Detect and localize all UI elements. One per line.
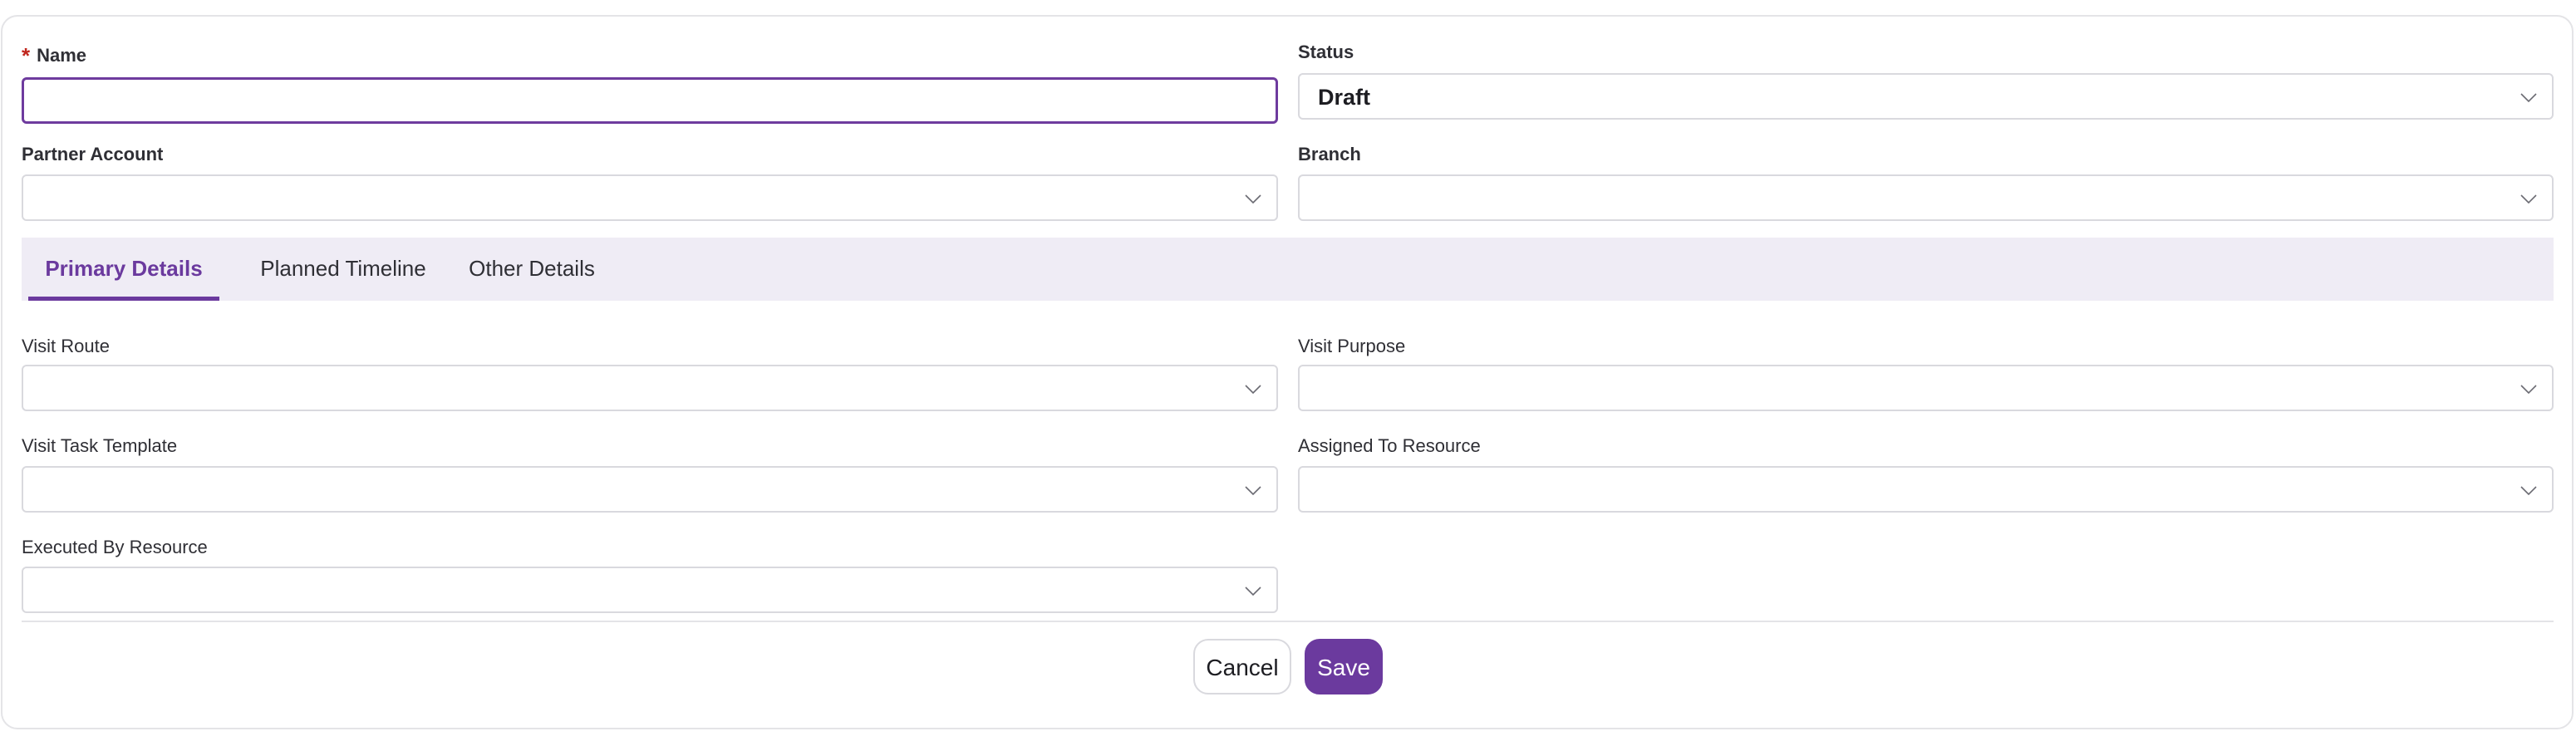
save-button[interactable]: Save (1305, 639, 1383, 694)
required-indicator: * (22, 43, 31, 68)
visit-task-template-label: Visit Task Template (22, 435, 178, 456)
branch-select[interactable] (1298, 174, 2554, 221)
tab-primary-details[interactable]: Primary Details (28, 238, 219, 301)
chevron-down-icon (2520, 385, 2537, 395)
chevron-down-icon (1245, 385, 1261, 395)
visit-route-select[interactable] (22, 365, 1278, 411)
branch-label: Branch (1298, 144, 1361, 164)
visit-route-label: Visit Route (22, 336, 110, 356)
chevron-down-icon (1245, 486, 1261, 496)
visit-purpose-label: Visit Purpose (1298, 336, 1406, 356)
visit-task-template-select[interactable] (22, 466, 1278, 513)
tab-other-details[interactable]: Other Details (449, 238, 615, 301)
tab-bar: Primary Details Planned Timeline Other D… (22, 238, 2554, 301)
chevron-down-icon (1245, 194, 1261, 204)
status-selected-value: Draft (1318, 85, 1371, 110)
status-label: Status (1298, 42, 1354, 62)
chevron-down-icon (2520, 93, 2537, 103)
cancel-button[interactable]: Cancel (1193, 639, 1291, 694)
executed-by-resource-label: Executed By Resource (22, 537, 208, 557)
assigned-to-resource-label: Assigned To Resource (1298, 435, 1481, 456)
executed-by-resource-select[interactable] (22, 567, 1278, 613)
partner-account-select[interactable] (22, 174, 1278, 221)
partner-account-label: Partner Account (22, 144, 164, 164)
chevron-down-icon (2520, 486, 2537, 496)
chevron-down-icon (2520, 194, 2537, 204)
visit-purpose-select[interactable] (1298, 365, 2554, 411)
name-input[interactable] (24, 80, 1276, 121)
form-divider (22, 621, 2554, 622)
chevron-down-icon (1245, 586, 1261, 596)
assigned-to-resource-select[interactable] (1298, 466, 2554, 513)
tab-planned-timeline[interactable]: Planned Timeline (239, 238, 447, 301)
status-select[interactable]: Draft (1298, 73, 2554, 120)
name-field[interactable] (22, 77, 1278, 124)
name-label: * Name (22, 43, 87, 68)
